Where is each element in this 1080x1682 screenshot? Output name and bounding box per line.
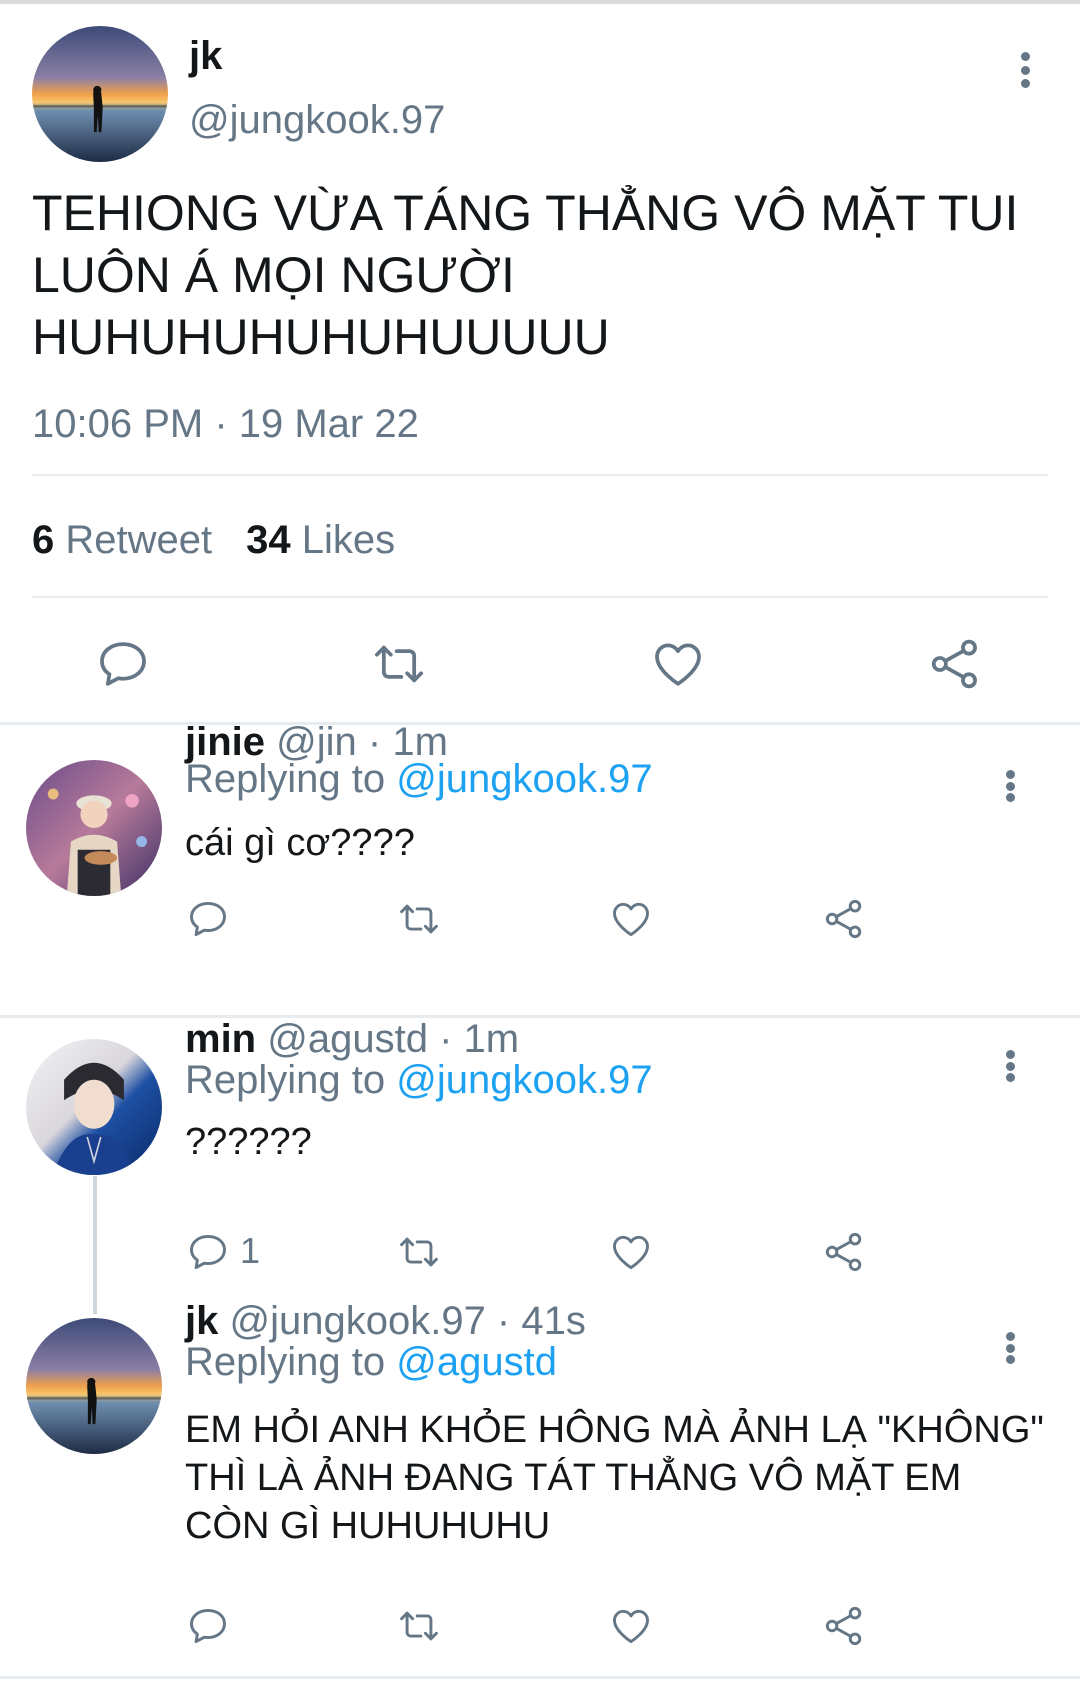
like-icon[interactable] bbox=[609, 1604, 653, 1648]
more-options-icon[interactable] bbox=[1013, 52, 1037, 88]
avatar[interactable] bbox=[26, 1039, 162, 1175]
replying-prefix: Replying to bbox=[185, 1058, 386, 1102]
avatar[interactable] bbox=[26, 1318, 162, 1454]
reply-tweet[interactable]: jinie @jin · 1m Replying to @jungkook.97… bbox=[0, 720, 1080, 1015]
like-count[interactable]: 34 bbox=[246, 518, 291, 562]
replying-prefix: Replying to bbox=[185, 757, 386, 801]
like-icon[interactable] bbox=[609, 897, 653, 941]
reply-author-name[interactable]: min bbox=[185, 1017, 256, 1061]
reply-icon[interactable] bbox=[186, 1230, 230, 1274]
thread-line bbox=[93, 1176, 97, 1314]
like-label[interactable]: Likes bbox=[302, 518, 395, 562]
reply-tweet[interactable]: min @agustd · 1m Replying to @jungkook.9… bbox=[0, 1017, 1080, 1308]
replying-to-link[interactable]: @jungkook.97 bbox=[396, 1058, 652, 1102]
share-icon[interactable] bbox=[822, 1230, 866, 1274]
reply-icon[interactable] bbox=[95, 636, 151, 692]
reply-meta[interactable]: @jungkook.97 · 41s bbox=[229, 1299, 585, 1343]
retweet-icon[interactable] bbox=[371, 636, 427, 692]
replying-to-link[interactable]: @agustd bbox=[396, 1340, 557, 1384]
reply-text: cái gì cơ???? bbox=[185, 822, 415, 864]
more-options-icon[interactable] bbox=[998, 1332, 1022, 1364]
replying-to: Replying to @jungkook.97 bbox=[185, 757, 653, 802]
reply-tweet[interactable]: jk @jungkook.97 · 41s Replying to @agust… bbox=[0, 1299, 1080, 1670]
main-tweet: jk @jungkook.97 TEHIONG VỪA TÁNG THẲNG V… bbox=[0, 4, 1080, 724]
share-icon[interactable] bbox=[927, 636, 983, 692]
reply-icon[interactable] bbox=[186, 897, 230, 941]
retweet-label[interactable]: Retweet bbox=[65, 518, 212, 562]
reply-meta[interactable]: @agustd · 1m bbox=[267, 1017, 519, 1061]
replying-prefix: Replying to bbox=[185, 1340, 386, 1384]
more-options-icon[interactable] bbox=[998, 770, 1022, 802]
retweet-count[interactable]: 6 bbox=[32, 518, 54, 562]
like-icon[interactable] bbox=[609, 1230, 653, 1274]
divider bbox=[32, 474, 1048, 476]
replying-to: Replying to @agustd bbox=[185, 1340, 557, 1385]
tweet-timestamp: 10:06 PM · 19 Mar 22 bbox=[32, 402, 419, 446]
tweet-stats: 6 Retweet 34 Likes bbox=[32, 518, 395, 563]
avatar[interactable] bbox=[26, 760, 162, 896]
reply-icon[interactable] bbox=[186, 1604, 230, 1648]
reply-count: 1 bbox=[240, 1230, 261, 1271]
author-handle[interactable]: @jungkook.97 bbox=[189, 98, 445, 143]
share-icon[interactable] bbox=[822, 897, 866, 941]
author-name[interactable]: jk bbox=[189, 34, 222, 79]
divider bbox=[32, 596, 1048, 598]
retweet-icon[interactable] bbox=[397, 1604, 441, 1648]
replying-to: Replying to @jungkook.97 bbox=[185, 1058, 653, 1103]
retweet-icon[interactable] bbox=[397, 1230, 441, 1274]
avatar[interactable] bbox=[32, 26, 168, 162]
retweet-icon[interactable] bbox=[397, 897, 441, 941]
share-icon[interactable] bbox=[822, 1604, 866, 1648]
replying-to-link[interactable]: @jungkook.97 bbox=[396, 757, 652, 801]
like-icon[interactable] bbox=[650, 636, 706, 692]
reply-author-name[interactable]: jk bbox=[185, 1299, 218, 1343]
divider bbox=[0, 1676, 1080, 1679]
reply-text: EM HỎI ANH KHỎE HÔNG MÀ ẢNH LẠ "KHÔNG" T… bbox=[185, 1409, 1044, 1547]
reply-text: ?????? bbox=[185, 1121, 312, 1163]
more-options-icon[interactable] bbox=[998, 1050, 1022, 1082]
tweet-text: TEHIONG VỪA TÁNG THẲNG VÔ MẶT TUI LUÔN Á… bbox=[32, 185, 1019, 365]
